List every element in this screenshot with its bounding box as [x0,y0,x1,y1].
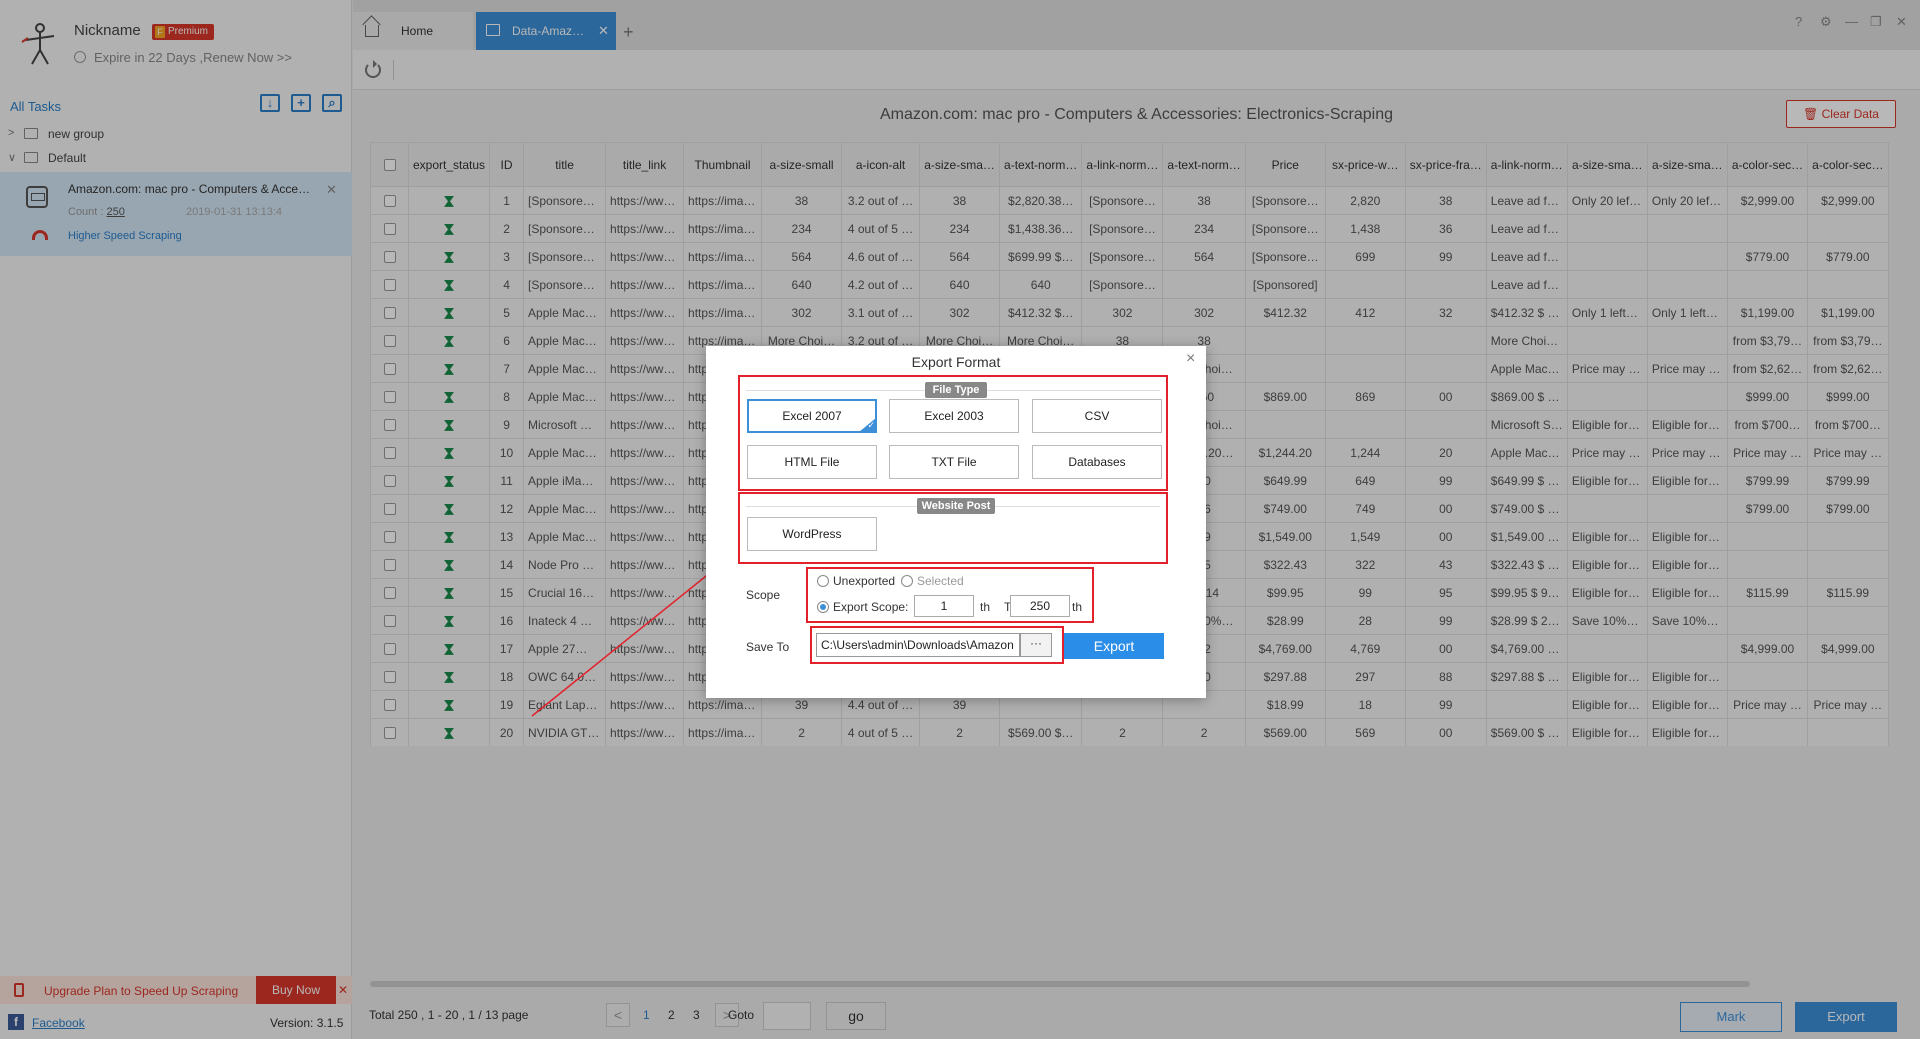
scope-to-input[interactable]: 250 [1010,595,1070,617]
file-type-label: File Type [925,382,987,398]
databases-option[interactable]: Databases [1032,445,1162,479]
wordpress-option[interactable]: WordPress [747,517,877,551]
annotation-arrow [531,566,718,717]
unexported-radio[interactable] [817,575,829,587]
website-post-label: Website Post [917,498,995,514]
html-file-option[interactable]: HTML File [747,445,877,479]
scope-from-input[interactable]: 1 [914,595,974,617]
browse-button[interactable]: ··· [1020,633,1052,657]
dialog-title: Export Format [911,354,1001,370]
selected-label[interactable]: Selected [917,574,964,588]
th-label: th [980,600,991,614]
excel-2003-option[interactable]: Excel 2003 [889,399,1019,433]
dialog-close-icon[interactable]: × [1186,350,1195,368]
export-format-dialog: Export Format × File Type Excel 2007 Exc… [706,346,1206,698]
scope-label: Scope [746,588,781,602]
txt-file-option[interactable]: TXT File [889,445,1019,479]
th-label: th [1072,600,1083,614]
excel-2007-option[interactable]: Excel 2007 [747,399,877,433]
selected-radio[interactable] [901,575,913,587]
dialog-export-button[interactable]: Export [1064,633,1164,659]
export-scope-radio[interactable] [817,601,829,613]
export-scope-label[interactable]: Export Scope: [833,600,908,614]
csv-option[interactable]: CSV [1032,399,1162,433]
save-to-label: Save To [746,640,790,654]
unexported-label[interactable]: Unexported [833,574,895,588]
save-path-input[interactable]: C:\Users\admin\Downloads\Amazon [816,633,1020,657]
